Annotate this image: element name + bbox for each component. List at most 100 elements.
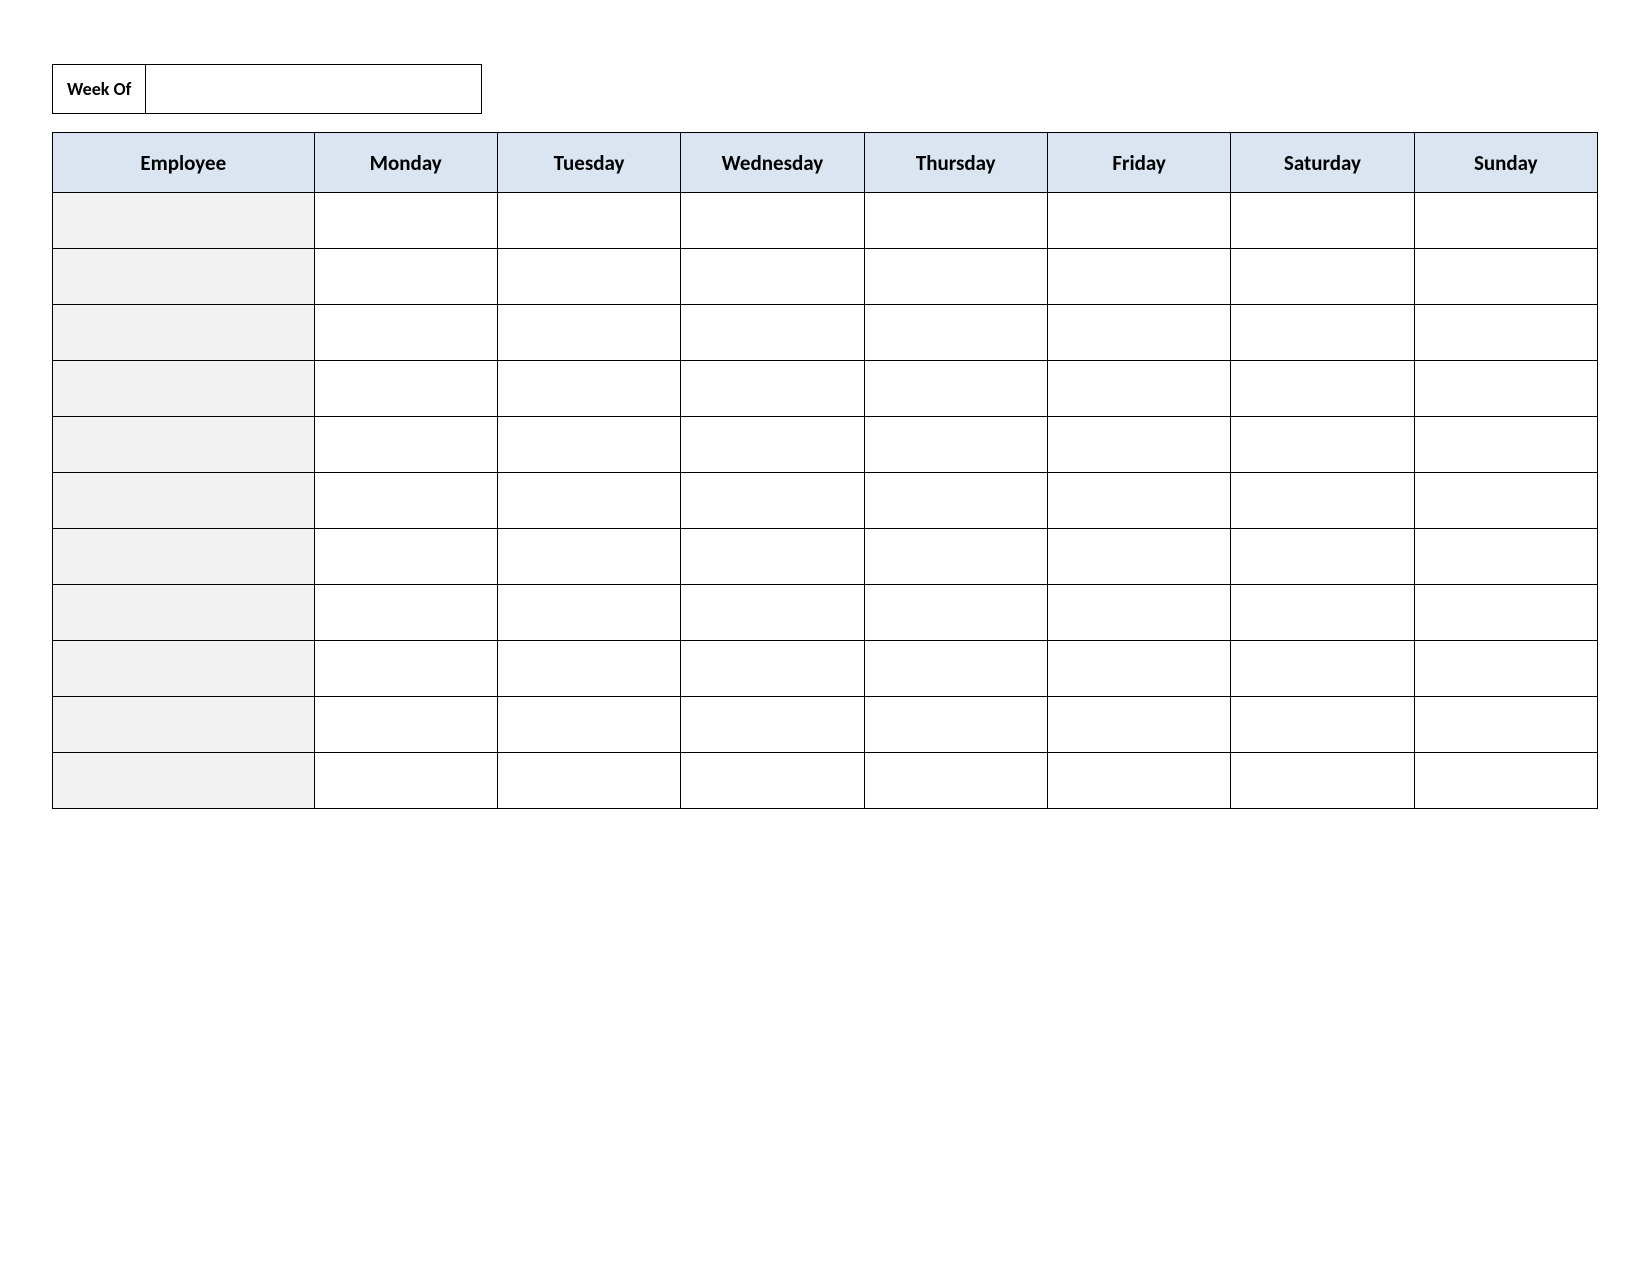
employee-cell[interactable] <box>53 473 315 529</box>
schedule-cell[interactable] <box>1414 249 1597 305</box>
schedule-cell[interactable] <box>1047 529 1230 585</box>
schedule-cell[interactable] <box>497 641 680 697</box>
schedule-cell[interactable] <box>1414 697 1597 753</box>
schedule-cell[interactable] <box>864 193 1047 249</box>
schedule-cell[interactable] <box>1231 529 1414 585</box>
table-row <box>53 249 1598 305</box>
table-row <box>53 305 1598 361</box>
schedule-cell[interactable] <box>1414 417 1597 473</box>
schedule-cell[interactable] <box>1047 417 1230 473</box>
employee-cell[interactable] <box>53 585 315 641</box>
employee-cell[interactable] <box>53 417 315 473</box>
schedule-cell[interactable] <box>681 249 864 305</box>
schedule-cell[interactable] <box>497 361 680 417</box>
schedule-cell[interactable] <box>314 473 497 529</box>
schedule-cell[interactable] <box>1047 305 1230 361</box>
schedule-cell[interactable] <box>314 361 497 417</box>
schedule-cell[interactable] <box>1231 417 1414 473</box>
week-of-value[interactable] <box>146 64 482 114</box>
header-saturday: Saturday <box>1231 133 1414 193</box>
schedule-cell[interactable] <box>681 641 864 697</box>
schedule-cell[interactable] <box>864 305 1047 361</box>
schedule-cell[interactable] <box>1414 193 1597 249</box>
schedule-cell[interactable] <box>1414 305 1597 361</box>
schedule-cell[interactable] <box>497 529 680 585</box>
schedule-table: Employee Monday Tuesday Wednesday Thursd… <box>52 132 1598 809</box>
employee-cell[interactable] <box>53 697 315 753</box>
schedule-cell[interactable] <box>497 417 680 473</box>
schedule-cell[interactable] <box>1047 697 1230 753</box>
schedule-cell[interactable] <box>1047 473 1230 529</box>
employee-cell[interactable] <box>53 305 315 361</box>
schedule-cell[interactable] <box>864 697 1047 753</box>
schedule-cell[interactable] <box>1414 641 1597 697</box>
schedule-cell[interactable] <box>1231 697 1414 753</box>
schedule-cell[interactable] <box>1414 585 1597 641</box>
schedule-cell[interactable] <box>1231 641 1414 697</box>
schedule-cell[interactable] <box>1047 193 1230 249</box>
schedule-cell[interactable] <box>497 585 680 641</box>
schedule-cell[interactable] <box>314 193 497 249</box>
schedule-cell[interactable] <box>681 753 864 809</box>
schedule-cell[interactable] <box>1231 753 1414 809</box>
schedule-cell[interactable] <box>497 193 680 249</box>
schedule-cell[interactable] <box>314 249 497 305</box>
schedule-cell[interactable] <box>314 305 497 361</box>
schedule-cell[interactable] <box>681 585 864 641</box>
schedule-cell[interactable] <box>1414 753 1597 809</box>
schedule-cell[interactable] <box>1231 473 1414 529</box>
schedule-cell[interactable] <box>864 249 1047 305</box>
schedule-cell[interactable] <box>864 529 1047 585</box>
header-employee: Employee <box>53 133 315 193</box>
schedule-cell[interactable] <box>314 641 497 697</box>
schedule-cell[interactable] <box>497 249 680 305</box>
schedule-cell[interactable] <box>681 361 864 417</box>
table-row <box>53 473 1598 529</box>
employee-cell[interactable] <box>53 193 315 249</box>
schedule-cell[interactable] <box>681 697 864 753</box>
schedule-cell[interactable] <box>497 473 680 529</box>
schedule-cell[interactable] <box>1231 585 1414 641</box>
schedule-cell[interactable] <box>1231 361 1414 417</box>
table-row <box>53 641 1598 697</box>
schedule-cell[interactable] <box>1047 753 1230 809</box>
schedule-cell[interactable] <box>314 585 497 641</box>
schedule-cell[interactable] <box>864 473 1047 529</box>
schedule-cell[interactable] <box>864 753 1047 809</box>
employee-cell[interactable] <box>53 641 315 697</box>
employee-cell[interactable] <box>53 361 315 417</box>
schedule-cell[interactable] <box>1231 193 1414 249</box>
schedule-cell[interactable] <box>1414 473 1597 529</box>
schedule-cell[interactable] <box>864 361 1047 417</box>
schedule-cell[interactable] <box>681 417 864 473</box>
schedule-cell[interactable] <box>1047 641 1230 697</box>
schedule-cell[interactable] <box>681 529 864 585</box>
schedule-cell[interactable] <box>1414 529 1597 585</box>
employee-cell[interactable] <box>53 529 315 585</box>
table-row <box>53 417 1598 473</box>
schedule-cell[interactable] <box>681 193 864 249</box>
schedule-cell[interactable] <box>681 473 864 529</box>
schedule-cell[interactable] <box>1414 361 1597 417</box>
schedule-cell[interactable] <box>314 529 497 585</box>
schedule-cell[interactable] <box>497 697 680 753</box>
schedule-cell[interactable] <box>497 753 680 809</box>
schedule-cell[interactable] <box>497 305 680 361</box>
schedule-cell[interactable] <box>314 697 497 753</box>
schedule-cell[interactable] <box>864 641 1047 697</box>
schedule-cell[interactable] <box>314 753 497 809</box>
schedule-cell[interactable] <box>864 585 1047 641</box>
schedule-cell[interactable] <box>864 417 1047 473</box>
schedule-cell[interactable] <box>1047 361 1230 417</box>
schedule-cell[interactable] <box>1231 305 1414 361</box>
schedule-cell[interactable] <box>681 305 864 361</box>
schedule-cell[interactable] <box>1047 249 1230 305</box>
schedule-cell[interactable] <box>1047 585 1230 641</box>
schedule-cell[interactable] <box>314 417 497 473</box>
table-row <box>53 529 1598 585</box>
employee-cell[interactable] <box>53 249 315 305</box>
schedule-cell[interactable] <box>1231 249 1414 305</box>
table-row <box>53 697 1598 753</box>
employee-cell[interactable] <box>53 753 315 809</box>
header-wednesday: Wednesday <box>681 133 864 193</box>
